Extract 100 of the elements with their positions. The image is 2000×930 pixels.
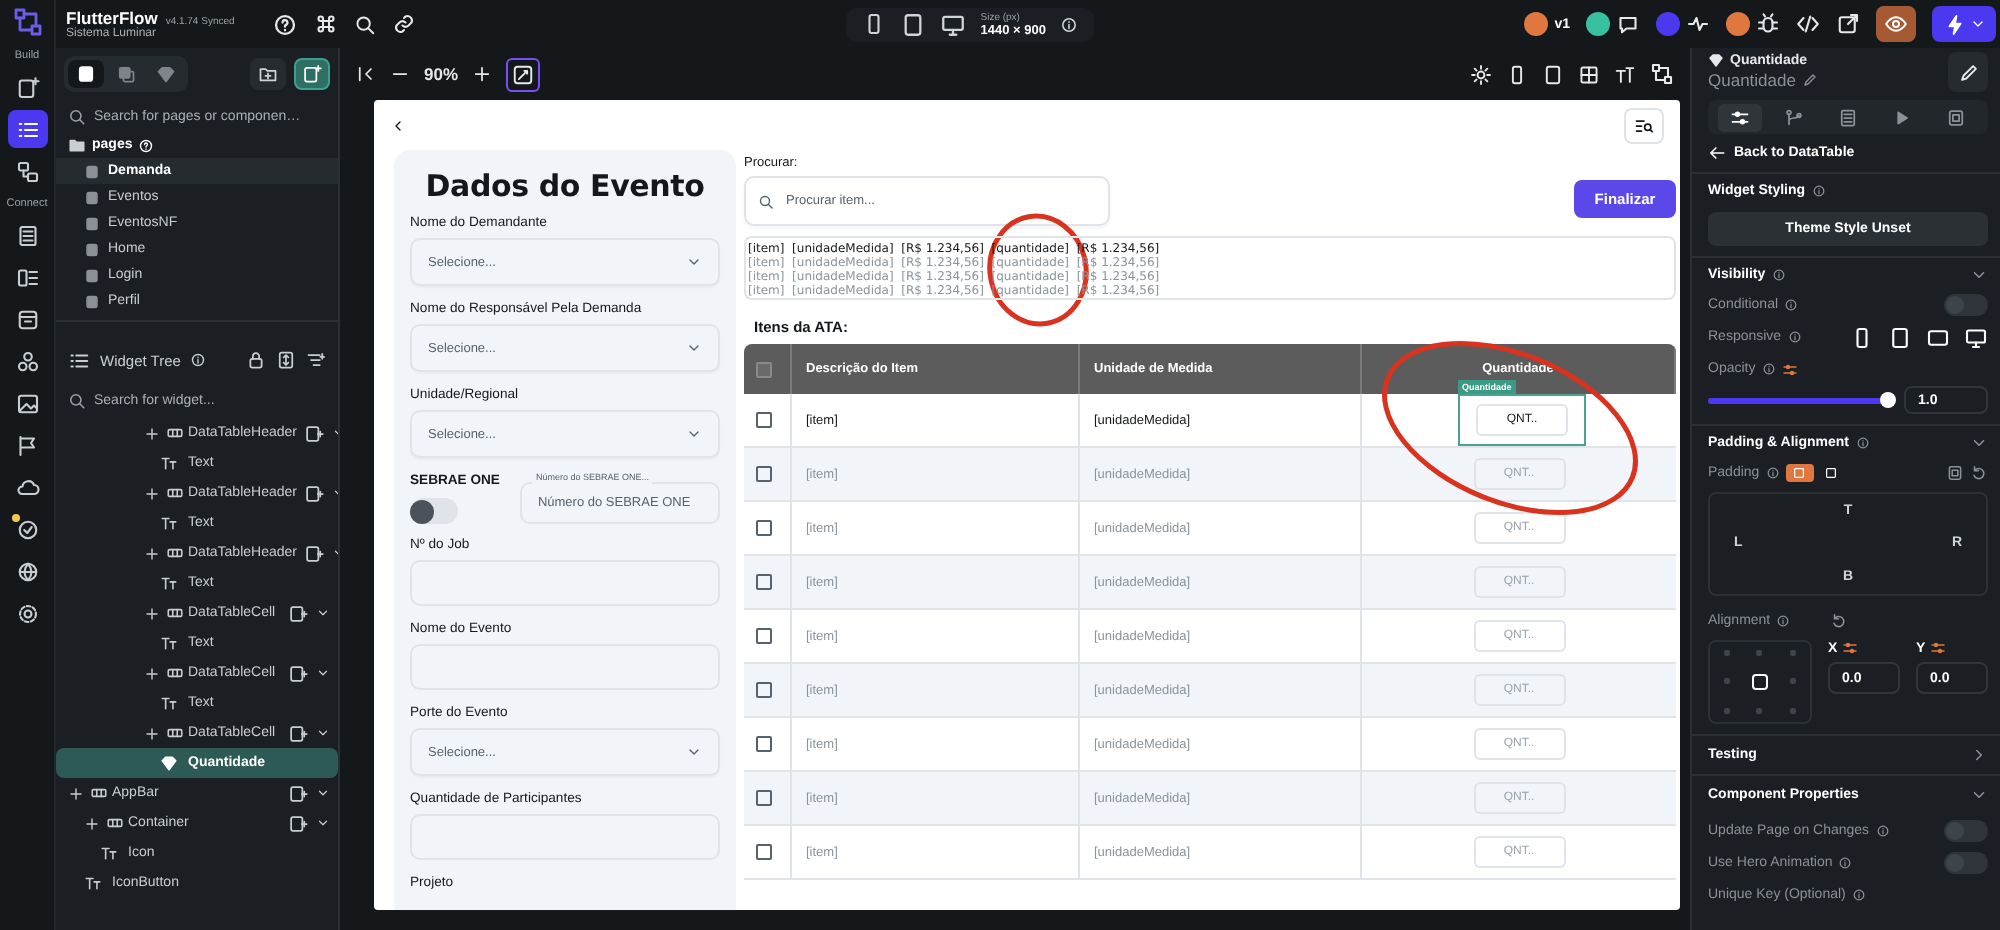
logo-icon[interactable] <box>11 6 43 38</box>
command-icon[interactable] <box>314 12 338 36</box>
slider-thumb[interactable] <box>1880 391 1896 407</box>
checkbox[interactable] <box>756 844 772 860</box>
search-list-button[interactable] <box>1624 107 1664 143</box>
panel-tab[interactable] <box>1717 103 1762 131</box>
checkbox[interactable] <box>756 520 772 536</box>
new-folder-button[interactable] <box>250 58 286 90</box>
checkbox[interactable] <box>756 790 772 806</box>
caret-icon[interactable] <box>316 816 330 830</box>
external-link-icon[interactable] <box>1836 12 1861 36</box>
square-icon <box>1824 466 1839 480</box>
widget-icon <box>166 424 184 442</box>
play-icon <box>1892 107 1913 127</box>
sliders-icon[interactable] <box>1781 361 1798 377</box>
gem-icon <box>1708 52 1724 68</box>
tablet-icon[interactable] <box>900 11 927 37</box>
list-icon <box>15 117 39 141</box>
caret-icon[interactable] <box>316 786 330 800</box>
plus-icon[interactable] <box>68 785 84 801</box>
info-icon <box>1776 614 1791 628</box>
text-size-icon[interactable] <box>1614 63 1636 85</box>
bug-icon[interactable] <box>1756 12 1781 36</box>
wrap-icon[interactable] <box>288 783 308 803</box>
chevron-right-icon[interactable] <box>1970 746 1988 764</box>
search-icon <box>68 107 86 125</box>
toggle-switch[interactable] <box>410 498 458 524</box>
rail-button[interactable] <box>7 110 47 148</box>
checkbox[interactable] <box>756 736 772 752</box>
caret-icon[interactable] <box>316 666 330 680</box>
zoom-in-button[interactable] <box>472 64 493 84</box>
info-icon <box>1838 855 1853 869</box>
wrap-icon[interactable] <box>304 483 325 503</box>
chat-icon[interactable] <box>1616 12 1641 36</box>
tool-button[interactable] <box>506 57 541 91</box>
grid-icon[interactable] <box>1578 63 1600 85</box>
sun-icon[interactable] <box>1470 63 1492 85</box>
lock-icon[interactable] <box>246 350 266 370</box>
info-icon <box>1771 267 1786 281</box>
back-icon[interactable] <box>390 117 406 133</box>
add-page-icon <box>15 75 39 99</box>
toggle-switch[interactable] <box>1944 819 1988 841</box>
app-name: FlutterFlow <box>66 8 158 28</box>
chevron-down-icon[interactable] <box>1970 786 1988 804</box>
layout-icon[interactable] <box>1650 62 1674 86</box>
plus-icon[interactable] <box>144 605 160 621</box>
plus-icon[interactable] <box>144 725 160 741</box>
filter-icon[interactable] <box>306 350 326 370</box>
pencil-icon[interactable] <box>1801 72 1818 88</box>
wrap-icon[interactable] <box>288 723 308 743</box>
reset-icon[interactable] <box>1830 612 1849 630</box>
plus-icon[interactable] <box>144 665 160 681</box>
tablet-landscape-icon[interactable] <box>1926 325 1950 349</box>
run-button[interactable] <box>1932 6 1997 42</box>
tablet-icon[interactable] <box>1888 325 1912 349</box>
add-page-button[interactable] <box>294 58 330 90</box>
reset-icon[interactable] <box>1970 464 1988 482</box>
plus-icon[interactable] <box>144 425 160 441</box>
wrap-icon[interactable] <box>304 423 325 443</box>
wave-icon[interactable] <box>1686 12 1711 36</box>
expand-icon[interactable] <box>276 350 296 370</box>
edit-button[interactable] <box>1948 52 1988 92</box>
sliders-icon[interactable] <box>1841 640 1858 656</box>
wrap-icon[interactable] <box>288 663 308 683</box>
plus-icon[interactable] <box>144 545 160 561</box>
plus-icon[interactable] <box>84 815 100 831</box>
checkbox[interactable] <box>756 682 772 698</box>
sliders-icon[interactable] <box>1929 640 1946 656</box>
tablet-icon[interactable] <box>1542 63 1564 85</box>
mode-button[interactable] <box>1785 464 1814 482</box>
phone-icon[interactable] <box>1506 63 1528 85</box>
caret-icon <box>686 426 702 442</box>
toggle-switch[interactable] <box>1944 294 1988 316</box>
zoom-level: 90% <box>424 64 459 84</box>
checkbox[interactable] <box>756 628 772 644</box>
plus-icon[interactable] <box>144 485 160 501</box>
caret-icon <box>686 744 702 760</box>
checkbox[interactable] <box>756 574 772 590</box>
monitor-icon[interactable] <box>1964 325 1988 349</box>
help-icon[interactable] <box>272 11 298 37</box>
link-icon[interactable] <box>392 12 416 36</box>
toggle-switch[interactable] <box>1944 851 1988 873</box>
tab-button[interactable] <box>68 60 104 88</box>
collapse-button[interactable] <box>356 64 376 84</box>
phone-icon[interactable] <box>1850 325 1874 349</box>
search-icon <box>758 193 774 209</box>
search-icon[interactable] <box>354 13 376 35</box>
wrap-icon[interactable] <box>288 603 308 623</box>
checkbox[interactable] <box>756 412 772 428</box>
checkbox[interactable] <box>756 466 772 482</box>
monitor-icon[interactable] <box>940 11 967 37</box>
caret-icon[interactable] <box>316 606 330 620</box>
widget-icon <box>166 484 184 502</box>
preview-button[interactable] <box>1876 6 1917 42</box>
caret-icon[interactable] <box>316 726 330 740</box>
widget-icon <box>166 604 184 622</box>
code-icon[interactable] <box>1796 12 1821 36</box>
checkbox[interactable] <box>756 361 772 377</box>
wrap-icon[interactable] <box>304 543 325 563</box>
wrap-icon[interactable] <box>288 813 308 833</box>
